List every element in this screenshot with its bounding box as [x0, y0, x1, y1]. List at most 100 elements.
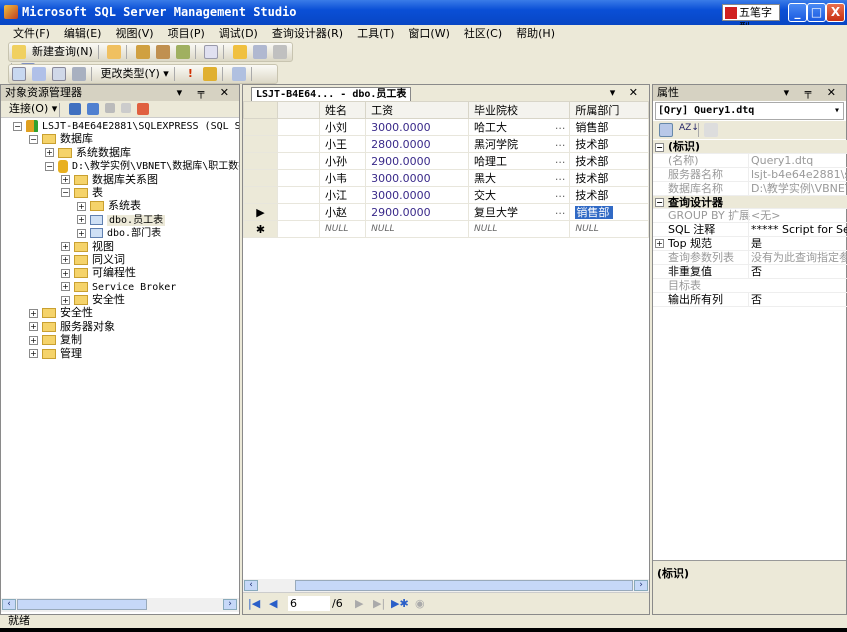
collapse-icon[interactable]: −	[655, 142, 664, 152]
column-header[interactable]: 毕业院校	[468, 101, 571, 119]
ime-indicator[interactable]: 五笔字型	[722, 4, 780, 34]
tree-node[interactable]: + 系统表	[1, 199, 239, 212]
ellipsis-button[interactable]: ...	[555, 170, 570, 183]
tree-node[interactable]: + Service Broker	[1, 280, 239, 293]
expand-icon[interactable]: +	[61, 268, 70, 278]
scroll-right-button[interactable]: ›	[634, 580, 648, 591]
cell[interactable]	[277, 220, 320, 238]
cell[interactable]	[277, 169, 320, 187]
row-selector[interactable]	[243, 169, 278, 187]
cell-name[interactable]: 小赵	[318, 203, 367, 221]
db-query-icon[interactable]	[135, 45, 150, 59]
expand-icon[interactable]: +	[61, 242, 70, 252]
cell-name[interactable]: 小刘	[318, 118, 367, 136]
new-query-button[interactable]: 新建查询(N)	[29, 43, 96, 61]
menu-item[interactable]: 工具(T)	[350, 26, 401, 41]
expand-icon[interactable]: +	[29, 322, 38, 332]
column-header[interactable]: 工资	[365, 101, 470, 119]
cell-salary[interactable]: 3000.0000	[365, 118, 470, 136]
categorized-icon[interactable]	[659, 123, 673, 137]
cell-department[interactable]: 技术部	[569, 186, 649, 204]
cell[interactable]	[277, 203, 320, 221]
cell-salary[interactable]: 2900.0000	[365, 152, 470, 170]
property-category[interactable]: − 查询设计器	[653, 195, 847, 210]
criteria-pane-icon[interactable]	[32, 67, 46, 81]
tree-node[interactable]: − 表	[1, 186, 239, 199]
tree-node[interactable]: − 数据库	[1, 132, 239, 145]
cell-school[interactable]: 哈工大...	[468, 118, 571, 136]
expand-icon[interactable]: +	[77, 228, 86, 238]
first-record-button[interactable]: |◀	[248, 597, 260, 610]
diagram-pane-icon[interactable]	[12, 67, 26, 81]
property-row[interactable]: 查询参数列表没有为此查询指定参数	[653, 251, 847, 266]
tree-node[interactable]: + 服务器对象	[1, 320, 239, 333]
collapse-icon[interactable]: −	[655, 198, 664, 208]
row-selector[interactable]	[243, 186, 278, 204]
property-value[interactable]: 没有为此查询指定参数	[748, 251, 847, 265]
previous-record-button[interactable]: ◀	[269, 597, 277, 610]
row-selector[interactable]: ▶	[243, 203, 278, 221]
expand-icon[interactable]: +	[77, 201, 86, 211]
scroll-left-button[interactable]: ‹	[244, 580, 258, 591]
object-selector[interactable]: [Qry] Query1.dtq ▾	[655, 102, 844, 120]
menu-item[interactable]: 编辑(E)	[57, 26, 109, 41]
refresh-icon[interactable]	[136, 103, 149, 115]
ellipsis-button[interactable]: ...	[555, 153, 570, 166]
ellipsis-button[interactable]: ...	[555, 204, 570, 217]
row-selector[interactable]	[243, 135, 278, 153]
last-record-button[interactable]: ▶|	[373, 597, 385, 610]
connect-icon[interactable]	[68, 103, 81, 115]
menu-item[interactable]: 查询设计器(R)	[265, 26, 350, 41]
tree-node[interactable]: + 可编程性	[1, 266, 239, 279]
property-row[interactable]: 数据库名称 D:\教学实例\VBNET\数据库	[653, 181, 847, 196]
expand-icon[interactable]: +	[61, 282, 70, 292]
tree-node[interactable]: + dbo.部门表	[1, 226, 239, 239]
property-value[interactable]: D:\教学实例\VBNET\数据库	[748, 181, 847, 195]
cell-department[interactable]: 技术部	[569, 169, 649, 187]
group-by-icon[interactable]	[231, 67, 246, 81]
cell-salary[interactable]: 3000.0000	[365, 169, 470, 187]
property-value[interactable]: 是	[748, 237, 762, 251]
property-value[interactable]: ***** Script for SelectTopNRows	[748, 223, 847, 237]
column-header[interactable]: 所属部门	[569, 101, 649, 119]
close-button[interactable]: X	[826, 3, 845, 22]
property-row[interactable]: (名称) Query1.dtq	[653, 153, 847, 168]
table-row[interactable]: 小刘 3000.0000 哈工大... 销售部	[243, 118, 649, 136]
row-selector[interactable]: ✱	[243, 220, 278, 238]
tree-node[interactable]: + 数据库关系图	[1, 173, 239, 186]
scroll-right-button[interactable]: ›	[223, 599, 237, 610]
execute-icon[interactable]: !	[183, 67, 197, 81]
expand-icon[interactable]: +	[61, 255, 70, 265]
collapse-icon[interactable]: −	[29, 134, 38, 144]
collapse-icon[interactable]: −	[13, 121, 22, 131]
cell-department[interactable]: 销售部	[569, 203, 649, 221]
menu-item[interactable]: 文件(F)	[6, 26, 57, 41]
expand-icon[interactable]: +	[77, 215, 86, 225]
property-row[interactable]: 输出所有列 否	[653, 292, 847, 307]
table-row[interactable]: 小江 3000.0000 交大... 技术部	[243, 186, 649, 204]
expand-icon[interactable]: +	[45, 148, 54, 158]
ellipsis-button[interactable]: ...	[555, 136, 570, 149]
stop-button[interactable]: ◉	[415, 597, 425, 610]
collapse-icon[interactable]: −	[61, 188, 70, 198]
expand-icon[interactable]: +	[61, 175, 70, 185]
expand-icon[interactable]: +	[29, 335, 38, 345]
change-type-dropdown[interactable]: 更改类型(Y) ▾	[98, 65, 172, 83]
horizontal-scrollbar[interactable]: ‹ ›	[1, 598, 239, 612]
tree-node[interactable]: + 安全性	[1, 293, 239, 306]
new-row[interactable]: ✱ NULL NULL NULL NULL	[243, 220, 649, 238]
expand-icon[interactable]: +	[29, 349, 38, 359]
tree-node[interactable]: + 管理	[1, 347, 239, 360]
ellipsis-button[interactable]: ...	[555, 187, 570, 200]
filter-icon[interactable]	[120, 103, 131, 113]
xmla-icon[interactable]	[204, 45, 219, 59]
save-icon[interactable]	[252, 45, 267, 59]
property-value[interactable]: <无>	[748, 209, 780, 223]
record-number-input[interactable]: 6	[288, 596, 330, 611]
cell-department[interactable]: 销售部	[569, 118, 649, 136]
cell[interactable]	[277, 152, 320, 170]
new-record-button[interactable]: ▶✱	[391, 597, 409, 610]
mdx-query-icon[interactable]	[155, 45, 170, 59]
table-row[interactable]: 小孙 2900.0000 哈理工... 技术部	[243, 152, 649, 170]
maximize-button[interactable]: □	[807, 3, 826, 22]
